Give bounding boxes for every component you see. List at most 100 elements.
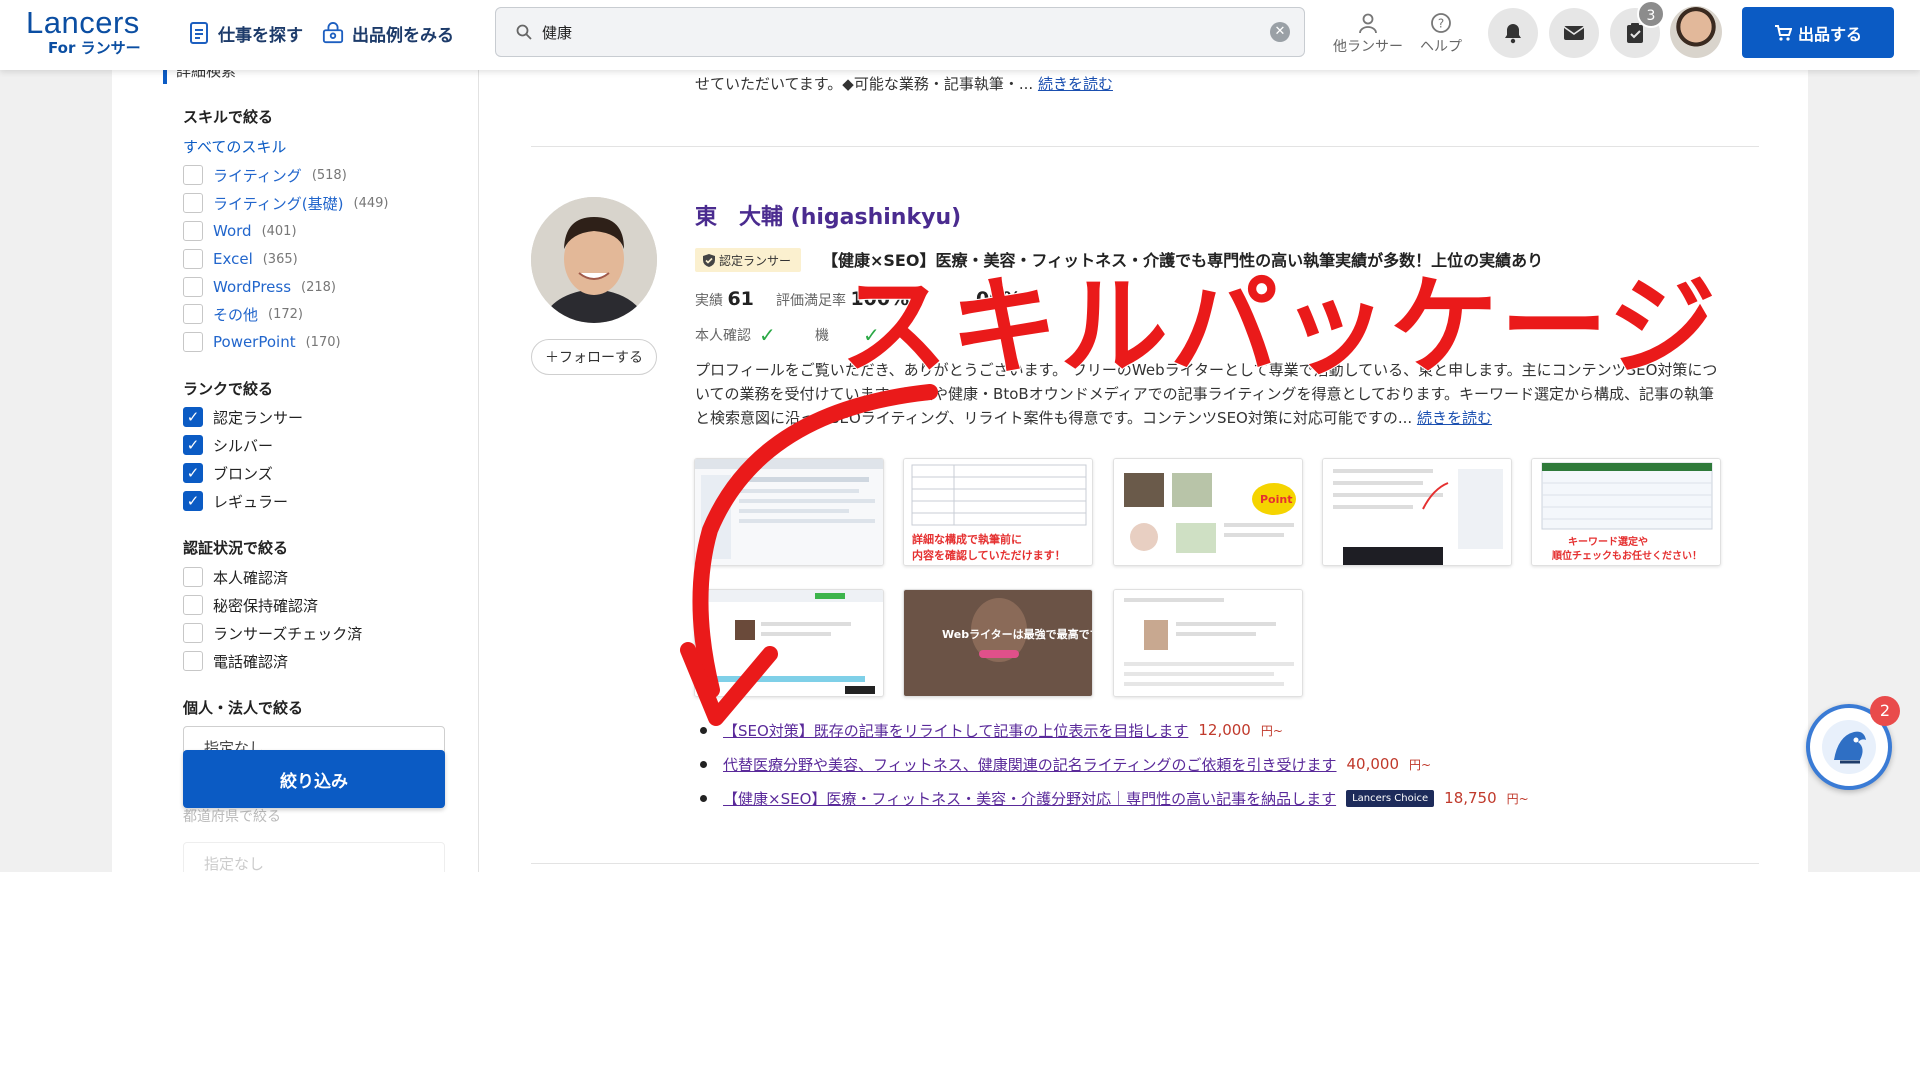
- skill-filter-row[interactable]: Word (401): [183, 220, 297, 242]
- skill-count: (170): [305, 334, 341, 350]
- rank-filter-row[interactable]: ✓ シルバー: [183, 434, 273, 456]
- checkbox[interactable]: [183, 567, 203, 587]
- profile-name-link[interactable]: 東 大輔 (higashinkyu): [695, 199, 961, 231]
- skill-count: (518): [311, 167, 347, 183]
- portfolio-thumbnail[interactable]: [1113, 589, 1303, 697]
- checkbox[interactable]: [183, 304, 203, 324]
- rank-filter-row[interactable]: ✓ 認定ランサー: [183, 406, 303, 428]
- skill-label: その他: [213, 305, 259, 324]
- skill-filter-row[interactable]: Excel (365): [183, 248, 298, 270]
- checkbox[interactable]: [183, 221, 203, 241]
- bullet-icon: [700, 794, 707, 802]
- follow-button[interactable]: ＋フォローする: [531, 339, 657, 375]
- profile-read-more-link[interactable]: 続きを読む: [1417, 409, 1492, 427]
- rank-filter-row[interactable]: ✓ レギュラー: [183, 490, 288, 512]
- user-icon: [1359, 13, 1377, 34]
- clipboard-check-icon: [1627, 23, 1643, 43]
- notifications-button[interactable]: [1488, 8, 1538, 58]
- checkbox[interactable]: [183, 651, 203, 671]
- lancers-logo[interactable]: Lancers For ランサー: [26, 6, 166, 60]
- bird-mascot-icon: [1822, 720, 1876, 774]
- messages-button[interactable]: [1549, 8, 1599, 58]
- package-title-link[interactable]: 代替医療分野や美容、フィットネス、健康関連の記名ライティングのご依頼を引き受けま…: [723, 754, 1337, 775]
- search-input[interactable]: [542, 23, 1242, 41]
- skill-label: PowerPoint: [213, 333, 296, 351]
- auth-filter-row[interactable]: 電話確認済: [183, 650, 288, 672]
- certified-lancer-badge: 認定ランサー: [695, 248, 802, 272]
- portfolio-thumbnail[interactable]: キーワード選定や 順位チェックもお任せください！: [1531, 458, 1721, 566]
- logo-sub-text: For ランサー: [48, 39, 141, 57]
- document-icon: [190, 22, 208, 44]
- filter-submit-button[interactable]: 絞り込み: [183, 750, 445, 808]
- other-lancers-label: 他ランサー: [1333, 39, 1403, 55]
- package-title-link[interactable]: 【SEO対策】既存の記事をリライトして記事の上位表示を目指します: [723, 720, 1188, 741]
- all-skills-link[interactable]: すべてのスキル: [183, 136, 286, 157]
- skill-filter-row[interactable]: ライティング(基礎) (449): [183, 192, 388, 214]
- thumbnail-image: [1114, 590, 1302, 696]
- auth-filter-row[interactable]: 本人確認済: [183, 566, 288, 588]
- rank-filter-row[interactable]: ✓ ブロンズ: [183, 462, 273, 484]
- skill-filter-row[interactable]: WordPress (218): [183, 276, 336, 298]
- checkbox[interactable]: [183, 277, 203, 297]
- clear-search-icon[interactable]: ✕: [1270, 22, 1290, 42]
- auth-filter-row[interactable]: 秘密保持確認済: [183, 594, 318, 616]
- svg-text:Webライターは最強で最高です。: Webライターは最強で最高です。: [942, 627, 1093, 641]
- portfolio-thumbnail[interactable]: Webライターは最強で最高です。: [903, 589, 1093, 697]
- publish-button[interactable]: 出品する: [1742, 7, 1894, 58]
- auth-filter-row[interactable]: ランサーズチェック済: [183, 622, 362, 644]
- app-viewport: Lancers For ランサー 仕事を探す 出品例をみる ✕ 他ランサー ? …: [0, 0, 1920, 872]
- check-icon: ✓: [759, 323, 776, 347]
- profile-photo-image: [531, 197, 657, 323]
- tasks-count-badge: 3: [1637, 0, 1665, 28]
- checked-checkbox[interactable]: ✓: [183, 491, 203, 511]
- rank-label: シルバー: [213, 436, 274, 455]
- bullet-icon: [700, 760, 707, 768]
- skill-package-item[interactable]: 代替医療分野や美容、フィットネス、健康関連の記名ライティングのご依頼を引き受けま…: [700, 752, 1431, 776]
- skill-label: ライティング(基礎): [213, 194, 344, 213]
- checkbox[interactable]: [183, 165, 203, 185]
- previous-read-more-link[interactable]: 続きを読む: [1038, 75, 1113, 93]
- skill-package-item[interactable]: 【SEO対策】既存の記事をリライトして記事の上位表示を目指します 12,000 円…: [700, 718, 1283, 742]
- mail-icon: [1563, 26, 1585, 40]
- checked-checkbox[interactable]: ✓: [183, 463, 203, 483]
- bell-icon: [1505, 24, 1521, 44]
- other-lancers-button[interactable]: 他ランサー: [1330, 12, 1406, 56]
- checked-checkbox[interactable]: ✓: [183, 435, 203, 455]
- skill-label: WordPress: [213, 278, 292, 296]
- search-bar[interactable]: ✕: [495, 7, 1305, 57]
- skill-filter-row[interactable]: PowerPoint (170): [183, 331, 341, 353]
- package-title-link[interactable]: 【健康×SEO】医療・フィットネス・美容・介護分野対応｜専門性の高い記事を納品し…: [723, 788, 1336, 809]
- profile-photo[interactable]: [531, 197, 657, 323]
- svg-text:順位チェックもお任せください！: 順位チェックもお任せください！: [1551, 549, 1702, 562]
- skill-filter-row[interactable]: ライティング (518): [183, 164, 347, 186]
- nav-find-work-label: 仕事を探す: [218, 25, 303, 46]
- skill-filter-row[interactable]: その他 (172): [183, 303, 303, 325]
- nav-examples-link[interactable]: 出品例をみる: [322, 18, 454, 48]
- portfolio-thumbnail[interactable]: [694, 458, 884, 566]
- user-avatar[interactable]: [1670, 6, 1722, 58]
- portfolio-thumbnail[interactable]: Point: [1113, 458, 1303, 566]
- chat-unread-badge: 2: [1870, 696, 1900, 726]
- skill-package-item[interactable]: 【健康×SEO】医療・フィットネス・美容・介護分野対応｜専門性の高い記事を納品し…: [700, 786, 1529, 810]
- checkbox[interactable]: [183, 332, 203, 352]
- skill-count: (218): [301, 279, 337, 295]
- prefecture-section-title: 都道府県で絞る: [183, 809, 281, 825]
- skill-count: (365): [262, 251, 298, 267]
- portfolio-thumbnail[interactable]: [694, 589, 884, 697]
- checkbox[interactable]: [183, 193, 203, 213]
- svg-text:詳細な構成で執筆前に: 詳細な構成で執筆前に: [912, 532, 1022, 546]
- previous-snippet-text: せていただいてます。◆可能な業務・記事執筆・...: [695, 75, 1034, 93]
- cart-icon: [1774, 24, 1792, 41]
- portfolio-thumbnail[interactable]: 詳細な構成で執筆前に 内容を確認していただけます！: [903, 458, 1093, 566]
- checkbox[interactable]: [183, 249, 203, 269]
- portfolio-thumbnail[interactable]: [1322, 458, 1512, 566]
- prefecture-select[interactable]: 指定なし: [183, 842, 445, 872]
- nav-find-work-link[interactable]: 仕事を探す: [188, 18, 303, 48]
- checkbox[interactable]: [183, 623, 203, 643]
- checkbox[interactable]: [183, 595, 203, 615]
- svg-text:内容を確認していただけます！: 内容を確認していただけます！: [912, 548, 1066, 562]
- identity-label: 本人確認: [695, 328, 751, 344]
- package-price: 12,000: [1198, 721, 1251, 739]
- checked-checkbox[interactable]: ✓: [183, 407, 203, 427]
- help-button[interactable]: ? ヘルプ: [1403, 12, 1479, 56]
